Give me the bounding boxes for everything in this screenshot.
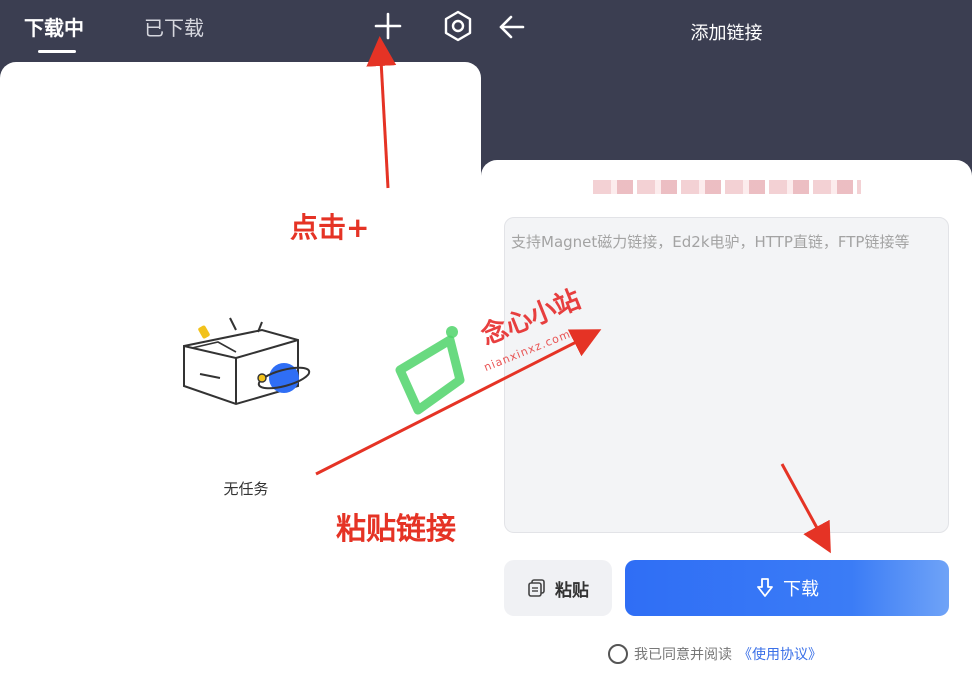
paste-link-hint: 粘贴链接	[336, 512, 456, 547]
download-button-label: 下载	[783, 579, 819, 600]
download-arrow-icon	[757, 578, 773, 597]
downloads-panel: 下载中 已下载 无任务	[0, 0, 481, 691]
active-tab-indicator	[38, 50, 76, 53]
tab-downloading[interactable]: 下载中	[24, 12, 84, 41]
plus-icon[interactable]	[370, 8, 406, 44]
agreement-row: 我已同意并阅读 《使用协议》	[608, 644, 822, 664]
download-button[interactable]: 下载	[625, 560, 949, 616]
paste-button[interactable]: 粘贴	[504, 560, 612, 616]
page-title: 添加链接	[690, 23, 763, 44]
tab-downloaded[interactable]: 已下载	[144, 12, 204, 41]
paste-button-label: 粘贴	[555, 580, 589, 601]
agreement-text: 我已同意并阅读	[634, 647, 732, 663]
gear-icon[interactable]	[440, 8, 476, 44]
add-link-card: 粘贴 下载 我已同意并阅读 《使用协议》	[481, 160, 972, 691]
blurred-notice	[593, 180, 861, 194]
clipboard-icon	[528, 579, 545, 597]
empty-box-illustration	[183, 317, 311, 406]
click-plus-hint: 点击+	[290, 211, 370, 244]
empty-state-text: 无任务	[223, 480, 269, 498]
terms-link[interactable]: 《使用协议》	[738, 644, 822, 664]
link-input[interactable]	[504, 217, 949, 533]
agreement-checkbox[interactable]	[608, 644, 628, 664]
